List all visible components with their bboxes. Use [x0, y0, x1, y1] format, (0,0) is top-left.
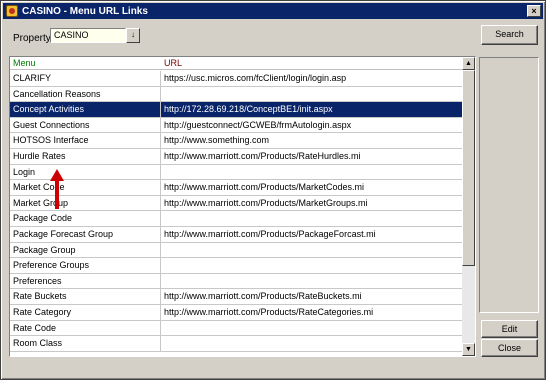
menu-cell[interactable]: Guest Connections	[10, 117, 161, 133]
column-header-url[interactable]: URL	[164, 58, 182, 68]
edit-button[interactable]: Edit	[481, 320, 538, 338]
url-cell[interactable]: https://usc.micros.com/fcClient/login/lo…	[161, 71, 462, 86]
table-row[interactable]: Hurdle Rates http://www.marriott.com/Prod…	[10, 148, 462, 165]
menu-cell[interactable]: HOTSOS Interface	[10, 133, 161, 148]
table-row[interactable]: Package Code	[10, 211, 462, 227]
menu-cell[interactable]: Market Code	[10, 180, 161, 195]
menu-url-links-window: CASINO - Menu URL Links × Property CASIN…	[0, 0, 546, 380]
table-row[interactable]: CLARIFY https://usc.micros.com/fcClient/l…	[10, 71, 462, 87]
table-row[interactable]: Market Code http://www.marriott.com/Produ…	[10, 180, 462, 196]
app-icon	[6, 5, 18, 17]
url-cell[interactable]	[161, 211, 462, 226]
url-cell[interactable]	[161, 243, 462, 258]
table-row[interactable]: Rate Category http://www.marriott.com/Pro…	[10, 304, 462, 321]
url-cell[interactable]	[161, 87, 462, 102]
table-row[interactable]: Cancellation Reasons	[10, 86, 462, 103]
table-row[interactable]: Package Group	[10, 242, 462, 259]
table-row[interactable]: Market Group http://www.marriott.com/Prod…	[10, 195, 462, 212]
menu-cell[interactable]: Login	[10, 164, 161, 180]
menu-cell[interactable]: Rate Code	[10, 320, 161, 336]
triangle-down-icon: ▼	[465, 346, 472, 353]
menu-cell[interactable]: Hurdle Rates	[10, 148, 161, 164]
search-button[interactable]: Search	[481, 25, 538, 45]
table-row[interactable]: Guest Connections http://guestconnect/GCW…	[10, 117, 462, 134]
side-panel	[479, 57, 539, 313]
vertical-scrollbar[interactable]: ▲ ▼	[462, 57, 475, 356]
url-cell[interactable]: http://www.marriott.com/Products/RateBuc…	[161, 289, 462, 304]
table-row[interactable]: Preferences	[10, 273, 462, 290]
table-row[interactable]: Package Forecast Group http://www.marriot…	[10, 226, 462, 243]
annotation-arrow-shaft	[55, 180, 59, 209]
menu-cell[interactable]: Rate Buckets	[10, 289, 161, 304]
annotation-arrow-icon	[50, 169, 64, 209]
url-cell[interactable]: http://guestconnect/GCWEB/frmAutologin.a…	[161, 118, 462, 133]
url-cell[interactable]	[161, 336, 462, 351]
scroll-up-button[interactable]: ▲	[462, 57, 475, 70]
menu-cell[interactable]: Package Code	[10, 211, 161, 226]
menu-cell[interactable]: Package Forecast Group	[10, 226, 161, 242]
url-cell[interactable]	[161, 274, 462, 289]
url-cell[interactable]: http://www.marriott.com/Products/RateCat…	[161, 305, 462, 320]
table-row[interactable]: Concept Activities http://172.28.69.218/C…	[10, 102, 462, 118]
url-cell[interactable]: http://www.marriott.com/Products/RateHur…	[161, 149, 462, 164]
menu-cell[interactable]: Concept Activities	[10, 102, 161, 117]
property-field[interactable]: CASINO	[50, 28, 126, 43]
url-cell[interactable]: http://www.marriott.com/Products/MarketG…	[161, 196, 462, 211]
scroll-thumb[interactable]	[462, 70, 475, 266]
window-title: CASINO - Menu URL Links	[22, 5, 148, 17]
menu-cell[interactable]: Package Group	[10, 242, 161, 258]
url-cell[interactable]	[161, 165, 462, 180]
menu-cell[interactable]: Preferences	[10, 273, 161, 289]
annotation-arrow-head	[50, 169, 64, 181]
menu-cell[interactable]: Cancellation Reasons	[10, 86, 161, 102]
arrow-down-icon: ↓	[131, 30, 135, 39]
menu-url-grid: Menu URL CLARIFY https://usc.micros.com/f…	[9, 56, 476, 357]
table-row[interactable]: Rate Buckets http://www.marriott.com/Prod…	[10, 289, 462, 305]
menu-cell[interactable]: CLARIFY	[10, 71, 161, 86]
scroll-down-button[interactable]: ▼	[462, 343, 475, 356]
triangle-up-icon: ▲	[465, 60, 472, 67]
url-cell[interactable]: http://172.28.69.218/ConceptBE1/init.asp…	[161, 102, 462, 117]
property-label: Property	[13, 33, 51, 44]
title-bar[interactable]: CASINO - Menu URL Links ×	[3, 3, 543, 19]
menu-cell[interactable]: Rate Category	[10, 304, 161, 320]
table-row[interactable]: Rate Code	[10, 320, 462, 337]
menu-cell[interactable]: Market Group	[10, 195, 161, 211]
table-row[interactable]: HOTSOS Interface http://www.something.com	[10, 133, 462, 149]
table-row[interactable]: Room Class	[10, 336, 462, 352]
url-cell[interactable]	[161, 321, 462, 336]
table-row[interactable]: Login	[10, 164, 462, 181]
menu-cell[interactable]: Room Class	[10, 336, 161, 351]
grid-header: Menu URL	[10, 57, 462, 70]
property-dropdown-button[interactable]: ↓	[126, 28, 140, 43]
close-button[interactable]: Close	[481, 339, 538, 357]
column-header-menu[interactable]: Menu	[13, 58, 36, 68]
menu-cell[interactable]: Preference Groups	[10, 258, 161, 273]
grid-rows: CLARIFY https://usc.micros.com/fcClient/l…	[10, 71, 462, 352]
url-cell[interactable]: http://www.something.com	[161, 133, 462, 148]
table-row[interactable]: Preference Groups	[10, 258, 462, 274]
url-cell[interactable]: http://www.marriott.com/Products/MarketC…	[161, 180, 462, 195]
url-cell[interactable]: http://www.marriott.com/Products/Package…	[161, 227, 462, 242]
window-close-button[interactable]: ×	[527, 5, 541, 17]
url-cell[interactable]	[161, 258, 462, 273]
